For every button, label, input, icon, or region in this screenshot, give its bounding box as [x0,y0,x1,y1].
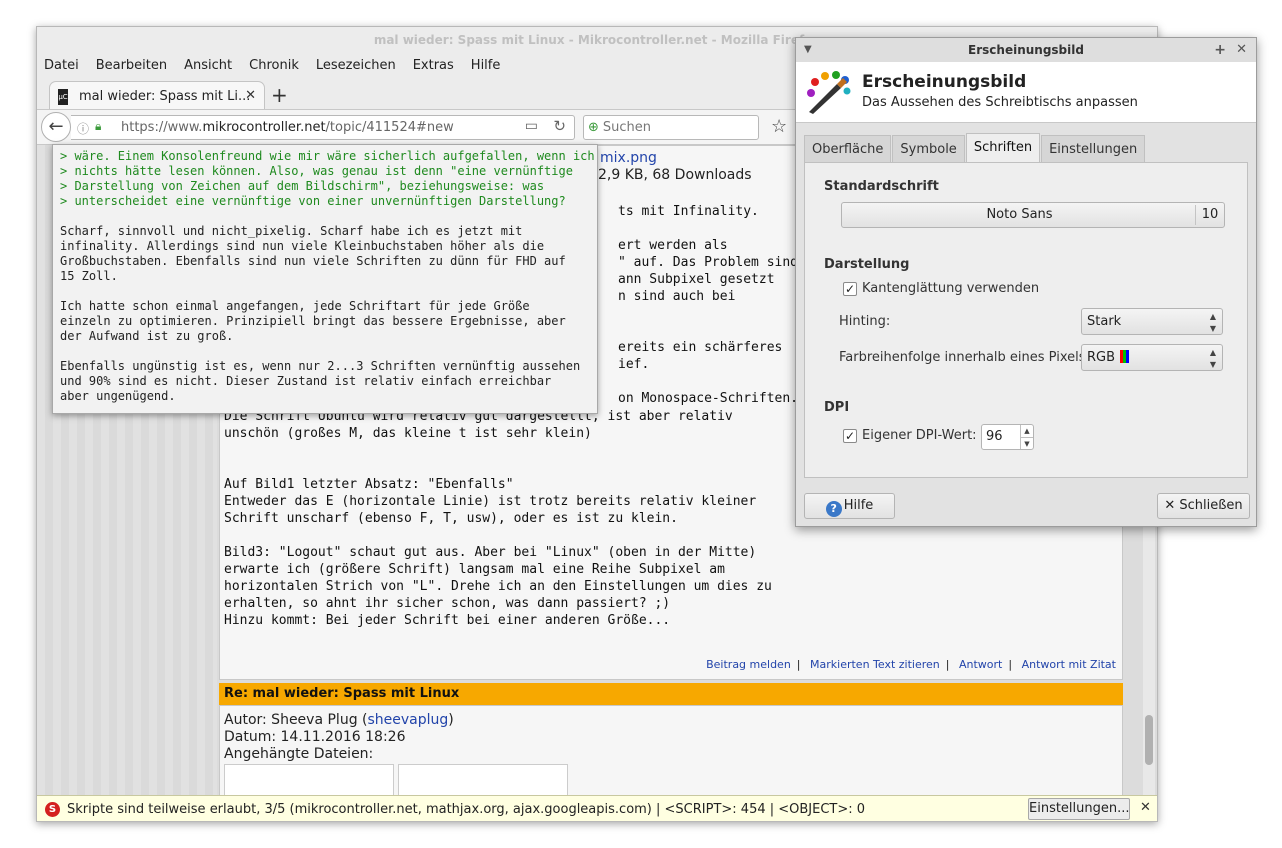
quote-selection-link[interactable]: Markierten Text zitieren [810,658,940,671]
post-body-visible-part: ts mit Infinality. ert werden als " auf.… [618,204,799,406]
quoted-text: > wäre. Einem Konsolenfreund wie mir wär… [60,149,595,208]
noscript-status-bar: S Skripte sind teilweise erlaubt, 3/5 (m… [37,795,1157,821]
display-heading: Darstellung [824,257,910,272]
menu-hilfe[interactable]: Hilfe [471,58,501,73]
post-body: Die Schrift Ubuntu wird relativ gut darg… [224,409,772,628]
rgb-swatch-blue [1126,350,1130,363]
search-bar[interactable]: ⊕ Suchen [583,115,759,140]
bookmark-star-icon[interactable]: ☆ [771,116,787,137]
standard-font-heading: Standardschrift [824,179,939,194]
menu-chronik[interactable]: Chronik [249,58,299,73]
font-chooser-button[interactable]: Noto Sans 10 [841,202,1225,228]
dpi-checkbox[interactable]: ✓ [843,429,857,443]
search-icon: ⊕ [588,120,599,135]
spin-arrows-icon: ▲ ▼ [1209,348,1216,369]
info-icon[interactable]: ⓘ [77,120,89,137]
dialog-subheading: Das Aussehen des Schreibtischs anpassen [862,95,1138,110]
menu-ansicht[interactable]: Ansicht [184,58,232,73]
reply-text: Scharf, sinnvoll und nicht_pixelig. Scha… [60,224,581,403]
settings-button[interactable]: Einstellungen... [1028,798,1130,820]
tab-einstellungen[interactable]: Einstellungen [1041,135,1146,164]
spin-arrows-icon: ▲ ▼ [1209,312,1216,333]
attachment-thumbnail[interactable] [224,764,394,795]
dialog-tabs: Oberfläche Symbole Schriften Einstellung… [804,133,1146,164]
dialog-heading: Erscheinungsbild [862,72,1027,92]
font-size: 10 [1195,205,1224,225]
decrement-icon[interactable]: ▼ [1020,437,1033,449]
antialias-label: Kantenglättung verwenden [862,281,1040,296]
font-name: Noto Sans [986,207,1053,222]
fonts-panel: Standardschrift Noto Sans 10 Darstellung… [804,162,1248,478]
hinting-select[interactable]: Stark ▲ ▼ [1081,308,1223,335]
post2-attachments-label: Angehängte Dateien: [224,746,374,762]
window-menu-icon[interactable]: ▼ [804,38,812,62]
menu-extras[interactable]: Extras [413,58,454,73]
post-actions: Beitrag melden | Markierten Text zitieren… [706,658,1116,671]
pin-icon[interactable]: + [1214,38,1226,62]
back-button[interactable]: ← [41,112,71,142]
dpi-spinbox[interactable]: 96 ▲ ▼ [981,424,1034,450]
forum-post-2: Autor: Sheeva Plug (sheevaplug) Datum: 1… [219,705,1123,795]
dialog-titlebar: ▼ Erscheinungsbild + ✕ [796,38,1256,62]
noscript-icon[interactable]: S [45,802,60,817]
scrollbar-thumb[interactable] [1145,715,1153,765]
tab-oberflaeche[interactable]: Oberfläche [804,135,892,164]
dialog-title: Erscheinungsbild [968,43,1084,57]
report-link[interactable]: Beitrag melden [706,658,791,671]
tab-symbole[interactable]: Symbole [892,135,965,164]
reload-icon[interactable]: ↻ [553,117,566,135]
close-x-icon: ✕ [1164,498,1180,513]
menu-lesezeichen[interactable]: Lesezeichen [316,58,396,73]
browser-tab[interactable]: µC mal wieder: Spass mit Li... ✕ [49,81,265,111]
help-icon: ? [825,501,842,517]
palette-icon [807,71,851,114]
quote-popup: > wäre. Einem Konsolenfreund wie mir wär… [52,144,598,414]
dialog-header: Erscheinungsbild Das Aussehen des Schrei… [796,62,1256,123]
post2-header: Re: mal wieder: Spass mit Linux [219,683,1123,705]
reply-link[interactable]: Antwort [959,658,1002,671]
appearance-dialog: ▼ Erscheinungsbild + ✕ Erscheinungsbild … [795,37,1257,527]
menu-bearbeiten[interactable]: Bearbeiten [96,58,167,73]
mikrocontroller-favicon-icon: µC [58,88,68,105]
attachment-meta: 2,9 KB, 68 Downloads [598,167,752,183]
hinting-label: Hinting: [839,314,891,329]
close-icon[interactable]: ✕ [1236,38,1247,62]
post2-author: Autor: Sheeva Plug (sheevaplug) [224,712,454,728]
tab-schriften[interactable]: Schriften [965,133,1041,164]
close-button[interactable]: ✕ Schließen [1157,493,1250,519]
increment-icon[interactable]: ▲ [1020,425,1033,437]
menu-datei[interactable]: Datei [44,58,79,73]
new-tab-button[interactable]: + [271,83,288,107]
subpixel-label: Farbreihenfolge innerhalb eines Pixels: [839,350,1090,365]
help-button[interactable]: ? Hilfe [804,493,895,519]
author-link[interactable]: sheevaplug [368,712,449,728]
close-tab-icon[interactable]: ✕ [245,88,256,103]
antialias-checkbox[interactable]: ✓ [843,282,857,296]
attachment-thumbnail[interactable] [398,764,568,795]
close-icon[interactable]: ✕ [1140,800,1151,815]
reader-view-icon[interactable]: ▭ [525,118,538,134]
status-text: Skripte sind teilweise erlaubt, 3/5 (mik… [67,802,866,817]
lock-icon[interactable]: 🔒︎ [95,119,101,134]
tab-title: mal wieder: Spass mit Li... [79,89,251,104]
attachment-link-label[interactable]: mix.png [600,150,657,166]
dpi-heading: DPI [824,400,850,415]
reply-quote-link[interactable]: Antwort mit Zitat [1022,658,1116,671]
url-text: https://www.mikrocontroller.net/topic/41… [121,120,454,135]
search-placeholder: Suchen [602,120,652,135]
dpi-label: Eigener DPI-Wert: [862,428,977,443]
url-bar[interactable]: ⓘ 🔒︎ https://www.mikrocontroller.net/top… [71,115,575,140]
subpixel-select[interactable]: RGB ▲ ▼ [1081,344,1223,371]
post2-date: Datum: 14.11.2016 18:26 [224,729,406,745]
